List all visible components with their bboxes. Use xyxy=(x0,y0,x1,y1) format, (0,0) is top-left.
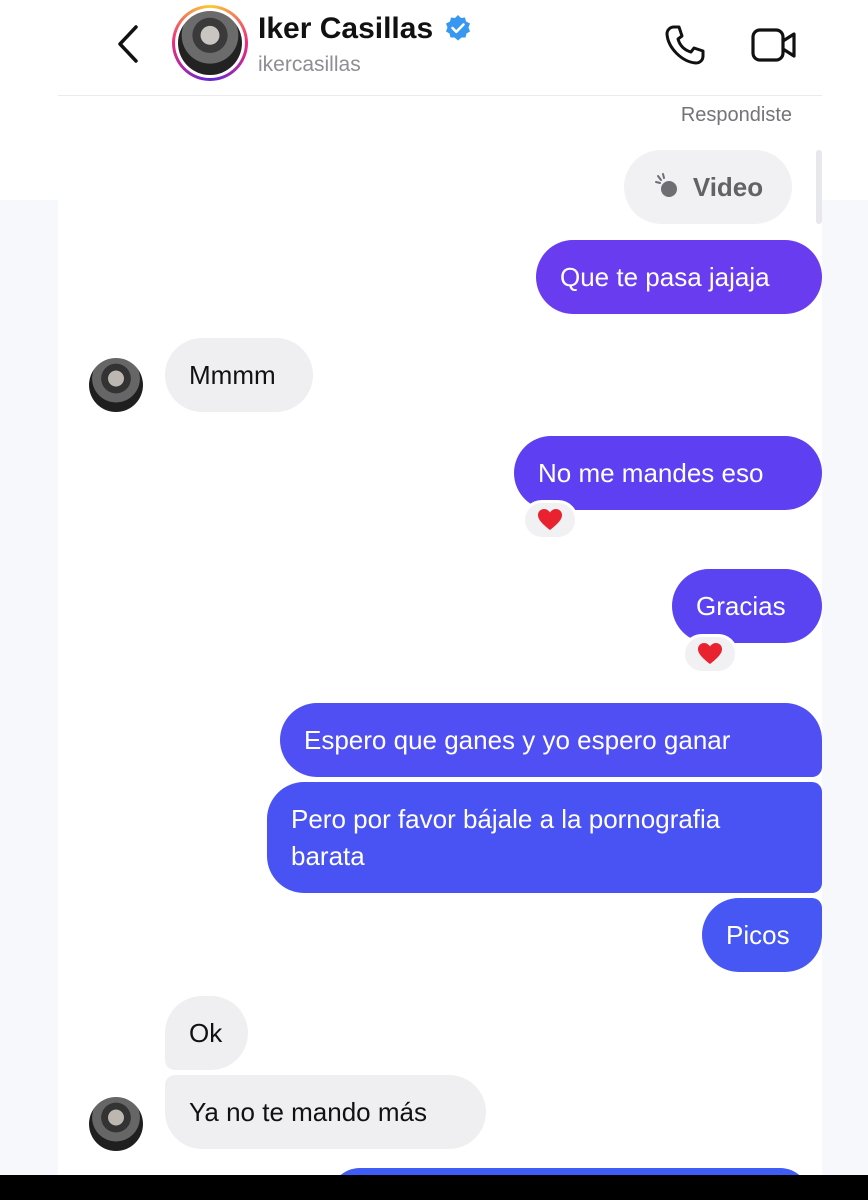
message-text-line: barata xyxy=(291,840,365,871)
message-outgoing[interactable]: No me mandes eso xyxy=(514,436,822,510)
contact-small-avatar[interactable] xyxy=(89,358,143,412)
chat-header: Iker Casillas ikercasillas xyxy=(58,0,822,96)
contact-name[interactable]: Iker Casillas xyxy=(258,12,433,46)
contact-small-avatar[interactable] xyxy=(89,1097,143,1151)
replied-label: Respondiste xyxy=(680,104,792,126)
message-outgoing[interactable]: Pero por favor bájale a la pornografia b… xyxy=(267,782,822,893)
video-camera-icon xyxy=(751,28,796,62)
contact-avatar[interactable] xyxy=(172,5,248,81)
message-text: No me mandes eso xyxy=(538,458,764,488)
message-incoming[interactable]: Mmmm xyxy=(165,338,313,412)
audio-call-button[interactable] xyxy=(662,22,708,68)
heart-reaction[interactable] xyxy=(522,500,578,540)
message-outgoing[interactable]: Gracias xyxy=(672,569,822,643)
message-outgoing[interactable]: Picos xyxy=(702,898,822,972)
message-text: Ya no te mando más xyxy=(189,1097,427,1127)
replied-attachment-label: Video xyxy=(692,171,764,202)
verified-badge-icon xyxy=(446,15,470,41)
side-background xyxy=(822,200,868,1175)
reply-indicator-bar xyxy=(816,150,822,224)
replied-video-attachment[interactable]: Video xyxy=(624,150,792,224)
message-outgoing[interactable]: Espero que ganes y yo espero ganar xyxy=(280,703,822,777)
heart-icon xyxy=(538,509,562,530)
message-outgoing[interactable]: Que te pasa jajaja xyxy=(536,240,822,314)
bottom-black-bar xyxy=(0,1175,868,1200)
message-text: Espero que ganes y yo espero ganar xyxy=(304,725,731,755)
phone-icon xyxy=(665,25,705,65)
message-text-line: Pero por favor bájale a la pornografia xyxy=(291,803,721,834)
chevron-left-icon xyxy=(118,25,138,63)
message-incoming[interactable]: Ya no te mando más xyxy=(165,1075,486,1149)
message-text: Ok xyxy=(189,1018,223,1048)
message-text: Mmmm xyxy=(189,360,276,390)
heart-icon xyxy=(698,643,722,664)
back-button[interactable] xyxy=(110,22,146,66)
avatar-photo xyxy=(178,11,242,75)
message-text: Gracias xyxy=(696,591,786,621)
video-attachment-icon xyxy=(654,173,677,197)
message-text: Picos xyxy=(726,920,790,950)
side-background xyxy=(0,200,58,1175)
heart-reaction[interactable] xyxy=(682,634,738,674)
contact-handle: ikercasillas xyxy=(258,53,361,76)
video-call-button[interactable] xyxy=(748,22,800,68)
message-incoming[interactable]: Ok xyxy=(165,996,248,1070)
message-text: Que te pasa jajaja xyxy=(560,262,770,292)
